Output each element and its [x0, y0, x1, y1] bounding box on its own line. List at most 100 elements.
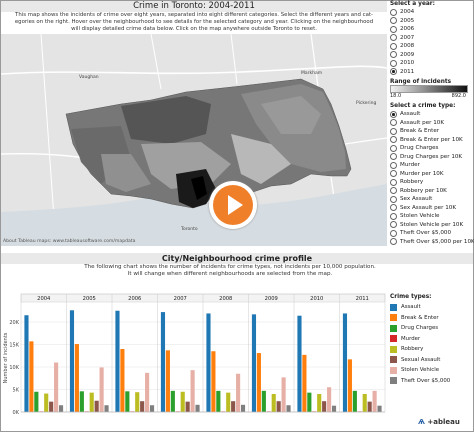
radio-button[interactable] — [390, 25, 397, 33]
crime-type-option[interactable]: Stolen Vehicle — [390, 212, 474, 221]
crime-type-legend-item[interactable]: Theft Over $5,000 — [390, 376, 472, 387]
play-button[interactable] — [213, 185, 253, 225]
crime-map[interactable]: Vaughan Markham Pickering Toronto About … — [1, 34, 387, 246]
bar-sexual-assault[interactable] — [322, 401, 327, 412]
bar-robbery[interactable] — [226, 392, 231, 412]
bar-drug-charges[interactable] — [170, 390, 175, 412]
bar-sexual-assault[interactable] — [140, 401, 145, 412]
bar-drug-charges[interactable] — [307, 392, 312, 412]
bar-break-enter[interactable] — [256, 353, 261, 412]
bar-drug-charges[interactable] — [79, 391, 84, 412]
bar-drug-charges[interactable] — [125, 391, 130, 412]
bar-theft-over-5-000[interactable] — [195, 404, 200, 412]
radio-button[interactable] — [390, 161, 397, 169]
crime-type-option[interactable]: Break & Enter per 10K — [390, 136, 474, 145]
radio-button[interactable] — [390, 119, 397, 127]
bar-assault[interactable] — [160, 312, 166, 412]
bar-sexual-assault[interactable] — [276, 401, 281, 412]
radio-button[interactable] — [390, 144, 397, 152]
radio-button[interactable] — [390, 170, 397, 178]
bar-break-enter[interactable] — [120, 349, 125, 412]
radio-button[interactable] — [390, 136, 397, 144]
radio-button[interactable] — [390, 187, 397, 195]
bar-stolen-vehicle[interactable] — [99, 367, 104, 412]
crime-type-option[interactable]: Assault per 10K — [390, 119, 474, 128]
crime-type-option[interactable]: Sex Assault — [390, 195, 474, 204]
year-option[interactable]: 2007 — [390, 34, 474, 43]
crime-type-legend-item[interactable]: Break & Enter — [390, 313, 472, 324]
crime-type-option[interactable]: Sex Assault per 10K — [390, 204, 474, 213]
bar-theft-over-5-000[interactable] — [104, 405, 109, 412]
bar-drug-charges[interactable] — [261, 390, 266, 412]
bar-stolen-vehicle[interactable] — [372, 390, 377, 412]
radio-button[interactable] — [390, 17, 397, 25]
radio-button[interactable] — [390, 34, 397, 42]
radio-button[interactable] — [390, 178, 397, 186]
crime-type-option[interactable]: Theft Over $5,000 — [390, 229, 474, 238]
crime-type-legend-item[interactable]: Drug Charges — [390, 323, 472, 334]
crime-type-option[interactable]: Robbery per 10K — [390, 187, 474, 196]
year-option[interactable]: 2010 — [390, 59, 474, 68]
bar-assault[interactable] — [251, 314, 257, 412]
bar-theft-over-5-000[interactable] — [286, 405, 291, 412]
year-option[interactable]: 2011 — [390, 68, 474, 77]
bar-robbery[interactable] — [44, 393, 49, 412]
bar-break-enter[interactable] — [29, 341, 34, 412]
bar-theft-over-5-000[interactable] — [149, 405, 155, 412]
bar-drug-charges[interactable] — [352, 390, 357, 412]
bar-stolen-vehicle[interactable] — [327, 387, 332, 412]
bar-assault[interactable] — [115, 310, 120, 412]
bar-drug-charges[interactable] — [216, 390, 221, 412]
bar-drug-charges[interactable] — [34, 391, 39, 412]
bar-sexual-assault[interactable] — [94, 400, 99, 412]
crime-type-option[interactable]: Assault — [390, 110, 474, 119]
radio-button[interactable] — [390, 204, 397, 212]
bar-theft-over-5-000[interactable] — [240, 404, 246, 412]
crime-type-option[interactable]: Drug Charges — [390, 144, 474, 153]
bar-robbery[interactable] — [89, 392, 94, 412]
bar-break-enter[interactable] — [74, 344, 79, 412]
bar-stolen-vehicle[interactable] — [236, 373, 241, 412]
year-option[interactable]: 2005 — [390, 17, 474, 26]
bar-break-enter[interactable] — [347, 359, 352, 412]
year-option[interactable]: 2009 — [390, 51, 474, 60]
bar-assault[interactable] — [69, 310, 75, 412]
crime-type-option[interactable]: Drug Charges per 10K — [390, 153, 474, 162]
play-icon[interactable] — [209, 181, 257, 229]
crime-type-option[interactable]: Murder per 10K — [390, 170, 474, 179]
bar-robbery[interactable] — [317, 394, 322, 412]
crime-type-option[interactable]: Robbery — [390, 178, 474, 187]
bar-stolen-vehicle[interactable] — [54, 362, 59, 413]
bar-sexual-assault[interactable] — [367, 401, 372, 412]
bar-stolen-vehicle[interactable] — [145, 372, 150, 412]
radio-button[interactable] — [390, 221, 397, 229]
bar-assault[interactable] — [297, 315, 302, 412]
year-option[interactable]: 2006 — [390, 25, 474, 34]
bar-robbery[interactable] — [180, 391, 185, 412]
bar-sexual-assault[interactable] — [49, 401, 54, 412]
crime-type-legend-item[interactable]: Robbery — [390, 344, 472, 355]
radio-button[interactable] — [390, 153, 397, 161]
radio-button[interactable] — [390, 127, 397, 135]
radio-button[interactable] — [390, 238, 397, 246]
bar-robbery[interactable] — [362, 394, 367, 412]
bar-break-enter[interactable] — [211, 351, 216, 412]
crime-type-option[interactable]: Break & Enter — [390, 127, 474, 136]
radio-button[interactable] — [390, 195, 397, 203]
crime-type-legend-item[interactable]: Murder — [390, 334, 472, 345]
radio-button[interactable] — [390, 59, 397, 67]
bar-assault[interactable] — [24, 315, 29, 412]
crime-type-option[interactable]: Murder — [390, 161, 474, 170]
bar-sexual-assault[interactable] — [231, 401, 236, 412]
bar-robbery[interactable] — [135, 392, 140, 412]
crime-type-option[interactable]: Theft Over $5,000 per 10K — [390, 238, 474, 247]
bar-theft-over-5-000[interactable] — [58, 405, 64, 412]
crime-type-option[interactable]: Stolen Vehicle per 10K — [390, 221, 474, 230]
crime-type-legend-item[interactable]: Sexual Assault — [390, 355, 472, 366]
map-svg[interactable]: Vaughan Markham Pickering Toronto — [1, 34, 387, 246]
bar-theft-over-5-000[interactable] — [331, 405, 337, 412]
bar-robbery[interactable] — [271, 394, 276, 412]
bar-theft-over-5-000[interactable] — [377, 405, 382, 412]
year-option[interactable]: 2008 — [390, 42, 474, 51]
bar-assault[interactable] — [342, 313, 348, 412]
